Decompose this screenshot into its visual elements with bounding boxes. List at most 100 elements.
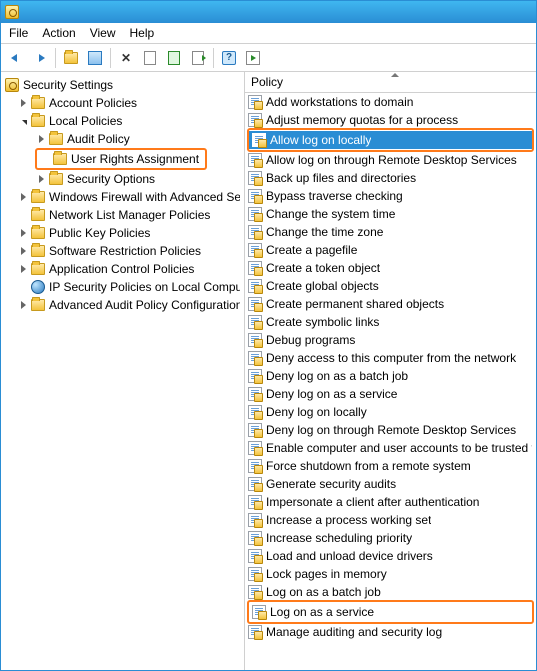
policy-label: Deny log on through Remote Desktop Servi… (266, 423, 516, 437)
policy-row[interactable]: Increase a process working set (245, 511, 536, 529)
menu-action[interactable]: Action (42, 26, 75, 40)
tree-item-public-key[interactable]: Public Key Policies (1, 224, 244, 242)
tree-label: Advanced Audit Policy Configuration (49, 298, 240, 312)
highlight-user-rights: User Rights Assignment (35, 148, 207, 170)
titlebar (1, 1, 536, 23)
policy-row[interactable]: Back up files and directories (245, 169, 536, 187)
menu-view[interactable]: View (90, 26, 116, 40)
policy-row[interactable]: Manage auditing and security log (245, 623, 536, 641)
policy-row[interactable]: Allow log on locally (249, 131, 532, 149)
policy-icon (248, 189, 262, 203)
tree-item-adv-audit[interactable]: Advanced Audit Policy Configuration (1, 296, 244, 314)
tree-item-local-policies[interactable]: Local Policies (1, 112, 244, 130)
policy-row[interactable]: Log on as a service (249, 603, 532, 621)
policy-icon (252, 605, 266, 619)
policy-label: Deny access to this computer from the ne… (266, 351, 516, 365)
tree-item-ipsec[interactable]: IP Security Policies on Local Computer (1, 278, 244, 296)
expander-icon[interactable] (35, 133, 47, 145)
refresh-icon (168, 51, 180, 65)
policy-label: Impersonate a client after authenticatio… (266, 495, 479, 509)
policy-icon (252, 133, 266, 147)
tree-item-network-list[interactable]: Network List Manager Policies (1, 206, 244, 224)
expander-icon[interactable] (17, 245, 29, 257)
tree-item-windows-firewall[interactable]: Windows Firewall with Advanced Security (1, 188, 244, 206)
policy-row[interactable]: Deny log on as a batch job (245, 367, 536, 385)
tree-icon (88, 51, 102, 65)
tree-label: Windows Firewall with Advanced Security (49, 190, 240, 204)
tree-item-software-restriction[interactable]: Software Restriction Policies (1, 242, 244, 260)
policy-label: Create a token object (266, 261, 380, 275)
export-button[interactable] (187, 47, 209, 69)
app-icon (5, 5, 19, 19)
policy-row[interactable]: Deny log on as a service (245, 385, 536, 403)
policy-icon (248, 297, 262, 311)
policy-row[interactable]: Enable computer and user accounts to be … (245, 439, 536, 457)
policy-icon (248, 567, 262, 581)
policy-row[interactable]: Adjust memory quotas for a process (245, 111, 536, 129)
folder-icon (31, 209, 45, 221)
policy-row[interactable]: Lock pages in memory (245, 565, 536, 583)
policy-label: Log on as a service (270, 605, 374, 619)
policy-label: Add workstations to domain (266, 95, 413, 109)
expander-icon[interactable] (17, 227, 29, 239)
folder-up-icon (64, 52, 78, 64)
policy-icon (248, 171, 262, 185)
policy-row[interactable]: Create symbolic links (245, 313, 536, 331)
folder-icon (49, 173, 63, 185)
policy-row[interactable]: Deny log on locally (245, 403, 536, 421)
list-header-label: Policy (251, 75, 283, 89)
policy-row[interactable]: Generate security audits (245, 475, 536, 493)
policy-label: Increase scheduling priority (266, 531, 412, 545)
tree-pane[interactable]: Security Settings Account Policies Local… (1, 72, 245, 670)
expander-icon[interactable] (17, 115, 29, 127)
help-button[interactable]: ? (218, 47, 240, 69)
expander-icon[interactable] (17, 263, 29, 275)
policy-label: Change the time zone (266, 225, 383, 239)
expander-spacer (39, 153, 51, 165)
policy-row[interactable]: Deny log on through Remote Desktop Servi… (245, 421, 536, 439)
policy-row[interactable]: Create a pagefile (245, 241, 536, 259)
ipsec-icon (31, 280, 45, 294)
policy-row[interactable]: Create a token object (245, 259, 536, 277)
policy-row[interactable]: Load and unload device drivers (245, 547, 536, 565)
policy-row[interactable]: Bypass traverse checking (245, 187, 536, 205)
properties-icon (144, 51, 156, 65)
expander-icon[interactable] (17, 299, 29, 311)
policy-row[interactable]: Add workstations to domain (245, 93, 536, 111)
policy-row[interactable]: Debug programs (245, 331, 536, 349)
policy-list[interactable]: Add workstations to domain Adjust memory … (245, 93, 536, 670)
tree-label: Application Control Policies (49, 262, 194, 276)
policy-row[interactable]: Increase scheduling priority (245, 529, 536, 547)
back-button[interactable] (5, 47, 27, 69)
up-button[interactable] (60, 47, 82, 69)
policy-row[interactable]: Change the system time (245, 205, 536, 223)
show-hide-tree-button[interactable] (84, 47, 106, 69)
tree-root[interactable]: Security Settings (1, 76, 244, 94)
policy-row[interactable]: Create permanent shared objects (245, 295, 536, 313)
policy-label: Lock pages in memory (266, 567, 387, 581)
tree-item-app-control[interactable]: Application Control Policies (1, 260, 244, 278)
expander-icon[interactable] (17, 191, 29, 203)
policy-row[interactable]: Change the time zone (245, 223, 536, 241)
policy-row[interactable]: Deny access to this computer from the ne… (245, 349, 536, 367)
list-column-header[interactable]: Policy (245, 72, 536, 93)
menu-file[interactable]: File (9, 26, 28, 40)
tree-item-user-rights[interactable]: User Rights Assignment (39, 150, 203, 168)
folder-icon (31, 263, 45, 275)
refresh-button[interactable] (163, 47, 185, 69)
tree-item-security-options[interactable]: Security Options (1, 170, 244, 188)
policy-row[interactable]: Log on as a batch job (245, 583, 536, 601)
menu-help[interactable]: Help (130, 26, 155, 40)
expander-icon[interactable] (35, 173, 47, 185)
policy-row[interactable]: Impersonate a client after authenticatio… (245, 493, 536, 511)
action-button[interactable] (242, 47, 264, 69)
forward-button[interactable] (29, 47, 51, 69)
tree-item-account-policies[interactable]: Account Policies (1, 94, 244, 112)
tree-item-audit-policy[interactable]: Audit Policy (1, 130, 244, 148)
policy-row[interactable]: Allow log on through Remote Desktop Serv… (245, 151, 536, 169)
policy-row[interactable]: Force shutdown from a remote system (245, 457, 536, 475)
expander-icon[interactable] (17, 97, 29, 109)
delete-button[interactable]: ✕ (115, 47, 137, 69)
policy-row[interactable]: Create global objects (245, 277, 536, 295)
properties-button[interactable] (139, 47, 161, 69)
